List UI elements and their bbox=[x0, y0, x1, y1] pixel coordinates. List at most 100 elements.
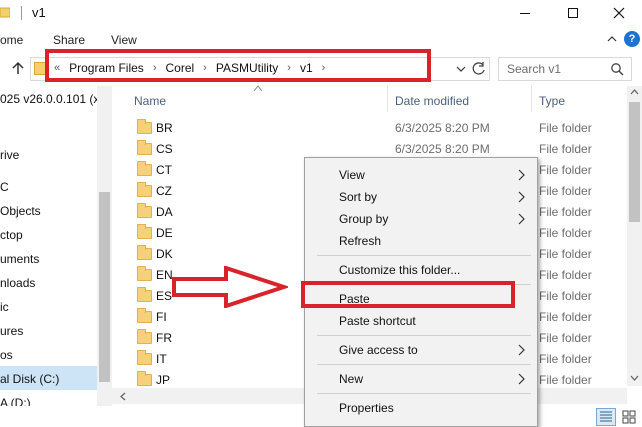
file-date-modified: 6/3/2025 8:20 PM bbox=[395, 142, 490, 156]
folder-icon bbox=[0, 7, 10, 18]
column-header-name[interactable]: Name bbox=[134, 94, 166, 108]
help-button[interactable]: ? bbox=[624, 31, 640, 47]
refresh-icon[interactable] bbox=[470, 60, 488, 78]
folder-icon bbox=[137, 350, 152, 365]
menu-item-refresh[interactable]: Refresh bbox=[305, 230, 537, 252]
menu-separator bbox=[317, 335, 531, 336]
navigation-pane bbox=[0, 86, 112, 406]
file-type: File folder bbox=[539, 310, 592, 324]
nav-scrollbar-thumb[interactable] bbox=[99, 192, 110, 382]
search-icon[interactable] bbox=[610, 62, 624, 76]
title-separator bbox=[21, 6, 22, 20]
details-view-icon bbox=[600, 411, 612, 422]
file-name: DE bbox=[156, 226, 173, 240]
menu-item-paste-shortcut[interactable]: Paste shortcut bbox=[305, 310, 537, 332]
large-icons-view-icon[interactable] bbox=[620, 408, 638, 426]
file-name: CT bbox=[156, 163, 172, 177]
minimize-button[interactable] bbox=[502, 0, 548, 26]
menu-item-label: Sort by bbox=[339, 190, 378, 204]
nav-item-onedrive[interactable]: rive bbox=[0, 148, 19, 162]
menu-item-label: Properties bbox=[339, 401, 394, 415]
address-highlight-box bbox=[45, 49, 431, 82]
file-name: DA bbox=[156, 205, 173, 219]
file-name: CZ bbox=[156, 184, 172, 198]
red-arrow-annotation bbox=[172, 266, 288, 308]
menu-item-view[interactable]: View bbox=[305, 164, 537, 186]
nav-item-coreldraw[interactable]: 025 v26.0.0.101 (x6 bbox=[0, 92, 106, 106]
title-bar: v1 bbox=[0, 0, 642, 26]
nav-item-this-pc[interactable]: C bbox=[0, 180, 9, 194]
folder-icon bbox=[137, 371, 152, 386]
folder-icon bbox=[137, 182, 152, 197]
nav-item-documents[interactable]: uments bbox=[0, 252, 39, 266]
nav-item-desktop[interactable]: ctop bbox=[0, 228, 23, 242]
menu-separator bbox=[317, 393, 531, 394]
folder-icon bbox=[137, 140, 152, 155]
folder-icon bbox=[137, 287, 152, 302]
folder-icon bbox=[137, 329, 152, 344]
menu-item-group-by[interactable]: Group by bbox=[305, 208, 537, 230]
maximize-button[interactable] bbox=[550, 0, 596, 26]
file-type: File folder bbox=[539, 184, 592, 198]
chevron-right-icon bbox=[518, 344, 525, 356]
menu-item-label: New bbox=[339, 372, 364, 386]
file-type: File folder bbox=[539, 205, 592, 219]
chevron-right-icon bbox=[518, 191, 525, 203]
folder-icon bbox=[137, 224, 152, 239]
column-divider[interactable] bbox=[531, 86, 532, 112]
scroll-left-icon[interactable] bbox=[119, 392, 127, 401]
file-name: BR bbox=[156, 121, 173, 135]
menu-item-customize-folder[interactable]: Customize this folder... bbox=[305, 259, 537, 281]
up-arrow-icon[interactable] bbox=[10, 60, 26, 76]
file-type: File folder bbox=[539, 352, 592, 366]
file-name: IT bbox=[156, 352, 167, 366]
minimize-icon bbox=[520, 12, 530, 14]
menu-item-give-access-to[interactable]: Give access to bbox=[305, 339, 537, 361]
file-type: File folder bbox=[539, 142, 592, 156]
menu-item-properties[interactable]: Properties bbox=[305, 397, 537, 419]
column-header-date-modified[interactable]: Date modified bbox=[395, 94, 469, 108]
search-placeholder: Search v1 bbox=[507, 62, 562, 76]
chevron-right-icon bbox=[518, 213, 525, 225]
scroll-up-icon[interactable] bbox=[630, 88, 639, 96]
menu-item-label: Paste shortcut bbox=[339, 314, 416, 328]
menu-item-label: Customize this folder... bbox=[339, 263, 461, 277]
file-row[interactable]: BR 6/3/2025 8:20 PM File folder bbox=[112, 118, 627, 139]
nav-item-3d-objects[interactable]: Objects bbox=[0, 204, 41, 218]
folder-icon bbox=[137, 245, 152, 260]
paste-highlight-box bbox=[301, 281, 515, 308]
file-type: File folder bbox=[539, 373, 592, 387]
chevron-up-icon[interactable] bbox=[605, 32, 619, 46]
close-icon bbox=[613, 7, 625, 19]
menu-separator bbox=[317, 364, 531, 365]
scroll-down-icon[interactable] bbox=[630, 374, 639, 382]
chevron-down-icon[interactable] bbox=[455, 63, 467, 75]
nav-item-music[interactable]: ic bbox=[0, 300, 9, 314]
tab-share[interactable]: Share bbox=[53, 33, 85, 47]
menu-item-sort-by[interactable]: Sort by bbox=[305, 186, 537, 208]
file-type: File folder bbox=[539, 226, 592, 240]
tab-view[interactable]: View bbox=[111, 33, 137, 47]
file-type: File folder bbox=[539, 331, 592, 345]
file-name: CS bbox=[156, 142, 173, 156]
menu-item-new[interactable]: New bbox=[305, 368, 537, 390]
column-header-type[interactable]: Type bbox=[539, 94, 565, 108]
file-date-modified: 6/3/2025 8:20 PM bbox=[395, 121, 490, 135]
file-type: File folder bbox=[539, 247, 592, 261]
vertical-scrollbar-thumb[interactable] bbox=[629, 102, 640, 222]
folder-icon bbox=[137, 308, 152, 323]
nav-item-downloads[interactable]: nloads bbox=[0, 276, 35, 290]
close-button[interactable] bbox=[596, 0, 642, 26]
menu-item-label: View bbox=[339, 168, 365, 182]
nav-item-pictures[interactable]: ures bbox=[0, 324, 23, 338]
menu-separator bbox=[317, 255, 531, 256]
column-divider[interactable] bbox=[387, 86, 388, 112]
nav-item-local-disk-c[interactable]: al Disk (C:) bbox=[0, 372, 59, 386]
file-name: JP bbox=[156, 373, 171, 387]
file-name: FI bbox=[156, 310, 167, 324]
nav-item-videos[interactable]: os bbox=[0, 348, 13, 362]
menu-item-label: Group by bbox=[339, 212, 389, 226]
tab-home[interactable]: ome bbox=[0, 33, 23, 47]
details-view-button[interactable] bbox=[596, 408, 616, 426]
folder-icon bbox=[137, 266, 152, 281]
